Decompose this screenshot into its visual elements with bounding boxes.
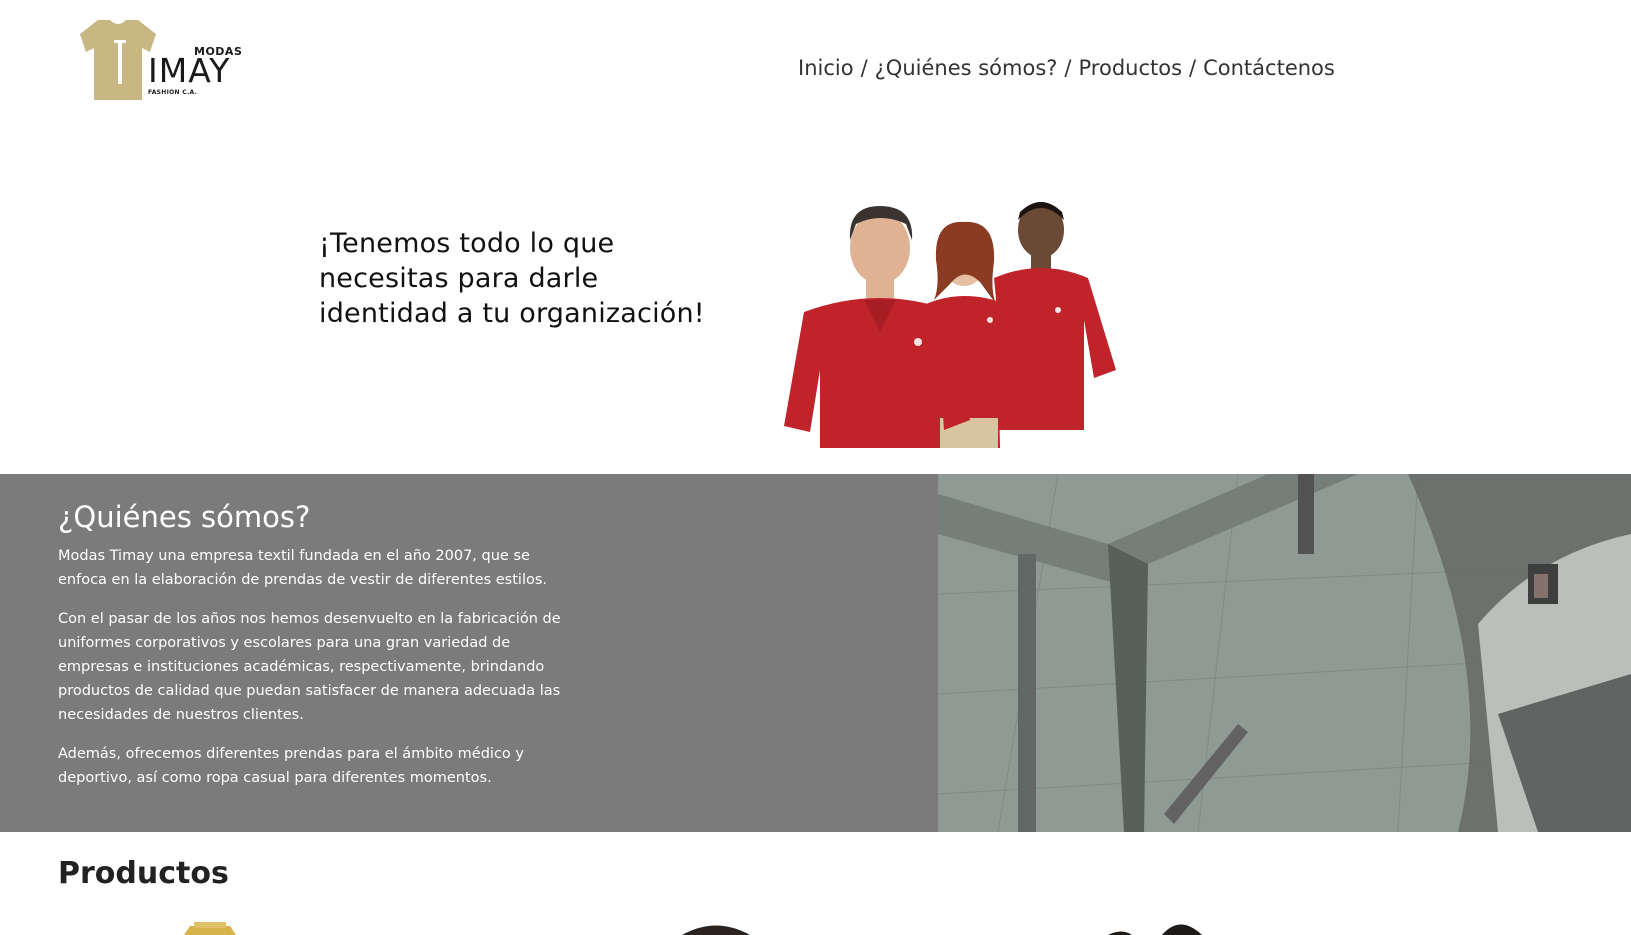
brand-subtitle-text: FASHION C.A. bbox=[148, 89, 198, 96]
brand-logo[interactable]: MODAS IMAY FASHION C.A. bbox=[78, 18, 242, 104]
product-thumbnail[interactable] bbox=[180, 912, 240, 935]
hero-people-image bbox=[784, 200, 1124, 448]
about-content: ¿Quiénes sómos? Modas Timay una empresa … bbox=[58, 500, 578, 805]
about-paragraph: Modas Timay una empresa textil fundada e… bbox=[58, 548, 548, 588]
main-nav: Inicio / ¿Quiénes sómos? / Productos / C… bbox=[798, 56, 1335, 80]
products-title: Productos bbox=[58, 856, 229, 891]
brand-name-text: IMAY bbox=[148, 51, 231, 90]
hero-line-1: ¡Tenemos todo lo que bbox=[319, 228, 615, 259]
nav-link-inicio[interactable]: Inicio bbox=[798, 56, 854, 80]
nav-link-quienes-somos[interactable]: ¿Quiénes sómos? bbox=[875, 56, 1058, 80]
nav-link-productos[interactable]: Productos bbox=[1079, 56, 1183, 80]
product-thumbnail[interactable] bbox=[1108, 912, 1208, 935]
hero-line-2: necesitas para darle bbox=[319, 263, 599, 294]
nav-separator: / bbox=[1064, 56, 1072, 80]
site-header: MODAS IMAY FASHION C.A. Inicio / ¿Quiéne… bbox=[0, 0, 1631, 150]
nav-separator: / bbox=[1189, 56, 1197, 80]
about-title: ¿Quiénes sómos? bbox=[58, 500, 311, 534]
about-paragraph: Además, ofrecemos diferentes prendas par… bbox=[58, 746, 524, 786]
nav-separator: / bbox=[860, 56, 868, 80]
nav-link-contactenos[interactable]: Contáctenos bbox=[1203, 56, 1335, 80]
hero-line-3: identidad a tu organización! bbox=[319, 298, 705, 329]
about-paragraph: Con el pasar de los años nos hemos desen… bbox=[58, 611, 561, 723]
sewing-machine-image bbox=[938, 474, 1631, 832]
hero-headline: ¡Tenemos todo lo que necesitas para darl… bbox=[319, 226, 739, 331]
about-section: ¿Quiénes sómos? Modas Timay una empresa … bbox=[0, 474, 1631, 832]
product-thumbnail[interactable] bbox=[676, 912, 756, 935]
